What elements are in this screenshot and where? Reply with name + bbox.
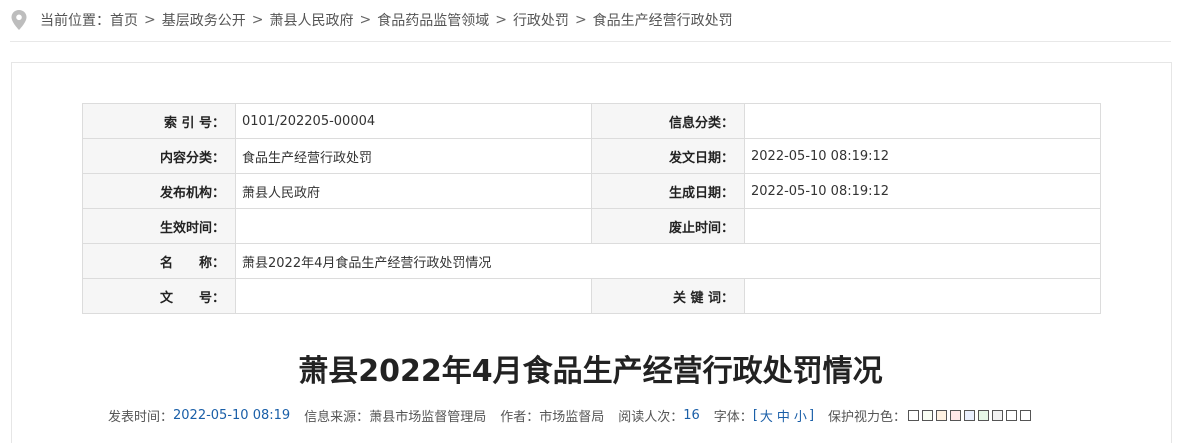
table-row: 名 称： 萧县2022年4月食品生产经营行政处罚情况 (82, 243, 1101, 279)
source-value: 萧县市场监督管理局 (369, 409, 487, 425)
reads-value: 16 (683, 407, 700, 423)
breadcrumb: 当前位置： 首页 > 基层政务公开 > 萧县人民政府 > 食品药品监管领域 > … (10, 8, 733, 32)
content-category-value: 食品生产经营行政处罚 (235, 138, 592, 174)
color-swatch-8[interactable] (1006, 409, 1018, 421)
expire-value (744, 208, 1101, 244)
index-value: 0101/202205-00004 (235, 103, 592, 139)
font-small-button[interactable]: 小 (794, 406, 807, 425)
breadcrumb-prefix: 当前位置： (40, 13, 110, 29)
author-label: 作者： (500, 409, 540, 425)
doc-number-value (235, 278, 592, 314)
publisher-value: 萧县人民政府 (235, 173, 592, 209)
content-category-label: 内容分类： (82, 138, 236, 174)
name-label: 名 称： (82, 243, 236, 279)
source-label: 信息来源： (304, 409, 370, 425)
eye-protection-label: 保护视力色： (828, 409, 907, 425)
publish-time-label: 发表时间： (108, 409, 174, 425)
breadcrumb-food-penalty[interactable]: 食品生产经营行政处罚 (593, 10, 733, 30)
font-medium-button[interactable]: 中 (777, 406, 790, 425)
font-bracket-close: ] (808, 407, 815, 423)
color-swatch-1[interactable] (908, 409, 920, 421)
index-label: 索 引 号： (82, 103, 236, 139)
color-swatch-6[interactable] (978, 409, 990, 421)
issue-date-label: 发文日期： (591, 138, 745, 174)
keywords-label: 关 键 词： (591, 278, 745, 314)
breadcrumb-divider (10, 41, 1171, 42)
generated-date-label: 生成日期： (591, 173, 745, 209)
color-swatch-2[interactable] (922, 409, 934, 421)
table-row: 文 号： 关 键 词： (82, 278, 1101, 314)
font-size-label: 字体： (713, 409, 753, 425)
info-category-value (744, 103, 1101, 139)
breadcrumb-admin-penalty[interactable]: 行政处罚 (513, 10, 569, 30)
effective-label: 生效时间： (82, 208, 236, 244)
author-value: 市场监督局 (539, 409, 605, 425)
eye-color-swatches (908, 409, 1034, 421)
color-swatch-4[interactable] (950, 409, 962, 421)
breadcrumb-home[interactable]: 首页 (110, 10, 138, 30)
breadcrumb-separator: > (574, 12, 587, 28)
generated-date-value: 2022-05-10 08:19:12 (744, 173, 1101, 209)
table-row: 生效时间： 废止时间： (82, 208, 1101, 244)
breadcrumb-separator: > (144, 12, 156, 28)
name-value: 萧县2022年4月食品生产经营行政处罚情况 (235, 243, 1101, 279)
breadcrumb-separator: > (251, 12, 264, 28)
info-category-label: 信息分类： (591, 103, 745, 139)
breadcrumb-county-gov[interactable]: 萧县人民政府 (269, 10, 353, 30)
publisher-label: 发布机构： (82, 173, 236, 209)
metadata-table: 索 引 号： 0101/202205-00004 信息分类： 内容分类： 食品生… (82, 103, 1101, 314)
breadcrumb-food-drug[interactable]: 食品药品监管领域 (377, 10, 489, 30)
font-bracket-open: [ (752, 407, 758, 423)
table-row: 内容分类： 食品生产经营行政处罚 发文日期： 2022-05-10 08:19:… (82, 138, 1101, 174)
article-info-bar: 发表时间： 2022-05-10 08:19 信息来源： 萧县市场监督管理局 作… (108, 405, 1034, 425)
breadcrumb-grassroots[interactable]: 基层政务公开 (162, 10, 246, 30)
doc-number-label: 文 号： (82, 278, 236, 314)
expire-label: 废止时间： (591, 208, 745, 244)
effective-value (235, 208, 592, 244)
publish-time-value: 2022-05-10 08:19 (173, 407, 291, 423)
color-swatch-7[interactable] (992, 409, 1004, 421)
reads-label: 阅读人次： (618, 409, 684, 425)
keywords-value (744, 278, 1101, 314)
table-row: 发布机构： 萧县人民政府 生成日期： 2022-05-10 08:19:12 (82, 173, 1101, 209)
table-row: 索 引 号： 0101/202205-00004 信息分类： (82, 103, 1101, 139)
font-large-button[interactable]: 大 (760, 406, 773, 425)
color-swatch-9[interactable] (1020, 409, 1032, 421)
breadcrumb-separator: > (495, 12, 507, 28)
location-pin-icon (11, 10, 27, 30)
breadcrumb-separator: > (359, 12, 372, 28)
issue-date-value: 2022-05-10 08:19:12 (744, 138, 1101, 174)
color-swatch-5[interactable] (964, 409, 976, 421)
article-title: 萧县2022年4月食品生产经营行政处罚情况 (298, 354, 883, 389)
color-swatch-3[interactable] (936, 409, 948, 421)
